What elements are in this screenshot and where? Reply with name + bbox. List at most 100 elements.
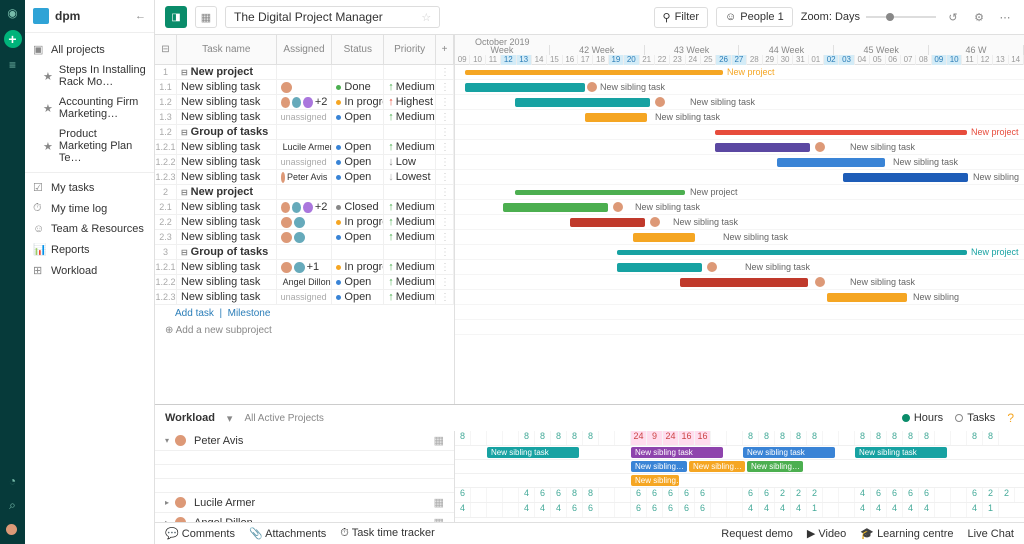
workload-task-bar[interactable]: New sibling…	[631, 461, 687, 472]
collapse-icon[interactable]: ⊟	[181, 128, 188, 137]
collapse-icon[interactable]: ←	[135, 10, 146, 22]
row-more-icon[interactable]: ⋮	[436, 95, 454, 109]
gantt-bar[interactable]	[465, 70, 723, 75]
gantt-bar[interactable]	[503, 203, 608, 212]
expand-icon[interactable]: ▾	[165, 436, 169, 445]
gantt-bar[interactable]	[777, 158, 885, 167]
sidebar-project[interactable]: ★Product Marketing Plan Te…	[25, 124, 154, 168]
row-more-icon[interactable]: ⋮	[436, 290, 454, 304]
help-icon[interactable]: ?	[1007, 411, 1014, 425]
gantt-bar[interactable]	[465, 83, 585, 92]
row-more-icon[interactable]: ⋮	[436, 230, 454, 244]
task-row[interactable]: 1.3New sibling taskunassignedOpen↑Medium…	[155, 110, 454, 125]
gantt-bar[interactable]	[617, 263, 702, 272]
task-row[interactable]: 1.2New sibling task+2In progress↑Highest…	[155, 95, 454, 110]
collapse-icon[interactable]: ⊟	[181, 68, 188, 77]
workload-task-bar[interactable]: New sibling task	[743, 447, 835, 458]
user-avatar[interactable]	[6, 522, 20, 536]
zoom-slider[interactable]	[866, 16, 936, 18]
chevron-down-icon[interactable]: ▾	[227, 412, 233, 425]
workload-task-bar[interactable]: New sibling task	[855, 447, 947, 458]
gantt-bar[interactable]	[633, 233, 695, 242]
row-more-icon[interactable]: ⋮	[436, 65, 454, 79]
project-title-input[interactable]: The Digital Project Manager ☆	[225, 6, 440, 28]
learning-link[interactable]: 🎓 Learning centre	[860, 527, 953, 540]
task-row[interactable]: 1.2.2New sibling taskAngel DillonOpen↑Me…	[155, 275, 454, 290]
add-column-button[interactable]: +	[436, 35, 454, 64]
row-more-icon[interactable]: ⋮	[436, 140, 454, 154]
task-row[interactable]: 1.1New sibling taskDone↑Medium⋮	[155, 80, 454, 95]
filter-button[interactable]: ⚲Filter	[654, 7, 709, 28]
task-row[interactable]: 1.2.1New sibling taskLucile ArmerOpen↑Me…	[155, 140, 454, 155]
task-row[interactable]: 1⊟New project⋮	[155, 65, 454, 80]
row-more-icon[interactable]: ⋮	[436, 245, 454, 259]
notify-icon[interactable]: ◔	[6, 474, 20, 488]
gantt-bar[interactable]	[715, 143, 810, 152]
row-more-icon[interactable]: ⋮	[436, 200, 454, 214]
calendar-icon[interactable]: ▦	[434, 496, 444, 509]
row-more-icon[interactable]: ⋮	[436, 275, 454, 289]
radio-hours[interactable]: Hours	[902, 412, 943, 424]
menu-icon[interactable]: ≡	[6, 58, 20, 72]
row-more-icon[interactable]: ⋮	[436, 260, 454, 274]
workload-task-bar[interactable]: New sibling…	[689, 461, 745, 472]
request-demo[interactable]: Request demo	[721, 528, 793, 540]
task-row[interactable]: 2.3New sibling taskOpen↑Medium⋮	[155, 230, 454, 245]
task-row[interactable]: 1.2.2New sibling taskunassignedOpen↓Low⋮	[155, 155, 454, 170]
sidebar-project[interactable]: ★Steps In Installing Rack Mo…	[25, 60, 154, 92]
attachments-tab[interactable]: 📎 Attachments	[249, 527, 326, 540]
settings-icon[interactable]: ⚙	[970, 8, 988, 26]
undo-icon[interactable]: ↺	[944, 8, 962, 26]
row-more-icon[interactable]: ⋮	[436, 155, 454, 169]
gantt-bar[interactable]	[570, 218, 645, 227]
gantt-bar[interactable]	[585, 113, 647, 122]
task-row[interactable]: 2.1New sibling task+2Closed↑Medium⋮	[155, 200, 454, 215]
row-more-icon[interactable]: ⋮	[436, 185, 454, 199]
gantt-bar[interactable]	[715, 130, 967, 135]
add-subproject[interactable]: ⊕ Add a new subproject	[155, 322, 454, 339]
gantt-bar[interactable]	[515, 98, 650, 107]
workload-filter[interactable]: All Active Projects	[244, 413, 323, 424]
live-chat[interactable]: Live Chat	[968, 528, 1014, 540]
sidebar-item[interactable]: ⊞Workload	[25, 260, 154, 281]
task-row[interactable]: 3⊟Group of tasks⋮	[155, 245, 454, 260]
people-button[interactable]: ☺People 1	[716, 7, 793, 27]
add-task-link[interactable]: Add task | Milestone	[155, 305, 454, 322]
gantt-bar[interactable]	[515, 190, 685, 195]
row-more-icon[interactable]: ⋮	[436, 170, 454, 184]
video-link[interactable]: ▶ Video	[807, 527, 846, 540]
row-more-icon[interactable]: ⋮	[436, 80, 454, 94]
workload-person-row[interactable]: ▾Peter Avis▦	[155, 431, 454, 451]
sidebar-item[interactable]: 📊Reports	[25, 239, 154, 260]
collapse-icon[interactable]: ⊟	[181, 188, 188, 197]
gantt-view-button[interactable]: ◨	[165, 6, 187, 28]
workload-person-row[interactable]: ▸Lucile Armer▦	[155, 493, 454, 513]
expand-icon[interactable]: ▸	[165, 498, 169, 507]
nav-all-projects[interactable]: ▣All projects	[25, 39, 154, 60]
workload-task-bar[interactable]: New sibling…	[631, 475, 679, 486]
row-more-icon[interactable]: ⋮	[436, 215, 454, 229]
calendar-icon[interactable]: ▦	[434, 434, 444, 447]
collapse-icon[interactable]: ⊟	[181, 248, 188, 257]
sidebar-item[interactable]: ☑My tasks	[25, 177, 154, 198]
sidebar-item[interactable]: ⏱My time log	[25, 198, 154, 219]
workload-task-bar[interactable]: New sibling task	[487, 447, 579, 458]
gantt-bar[interactable]	[617, 250, 967, 255]
gantt-bar[interactable]	[680, 278, 808, 287]
star-icon[interactable]: ☆	[421, 11, 431, 24]
task-row[interactable]: 1.2.3New sibling taskPeter AvisOpen↓Lowe…	[155, 170, 454, 185]
workload-task-bar[interactable]: New sibling…	[747, 461, 803, 472]
more-icon[interactable]: ⋯	[996, 8, 1014, 26]
task-row[interactable]: 1.2.1New sibling task+1In progress↑Mediu…	[155, 260, 454, 275]
task-row[interactable]: 1.2.3New sibling taskunassignedOpen↑Medi…	[155, 290, 454, 305]
sidebar-item[interactable]: ☺Team & Resources	[25, 219, 154, 239]
sidebar-project[interactable]: ★Accounting Firm Marketing…	[25, 92, 154, 124]
timetracker-tab[interactable]: ⏱ Task time tracker	[340, 527, 435, 540]
comments-tab[interactable]: 💬 Comments	[165, 527, 235, 540]
task-row[interactable]: 2⊟New project⋮	[155, 185, 454, 200]
create-button[interactable]: +	[4, 30, 22, 48]
task-row[interactable]: 1.2⊟Group of tasks⋮	[155, 125, 454, 140]
row-more-icon[interactable]: ⋮	[436, 125, 454, 139]
row-more-icon[interactable]: ⋮	[436, 110, 454, 124]
radio-tasks[interactable]: Tasks	[955, 412, 995, 424]
